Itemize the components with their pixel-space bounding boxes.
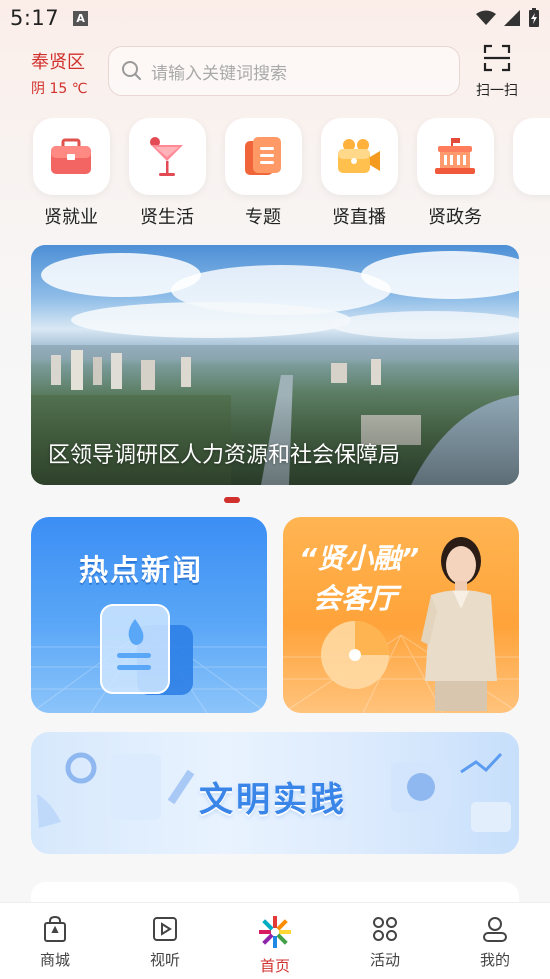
carousel-dot-active (224, 497, 240, 503)
shortcut-more[interactable] (512, 118, 550, 195)
shortcut-government[interactable]: 贤政务 (416, 118, 494, 229)
tab-activities[interactable]: 活动 (330, 903, 440, 979)
bottom-tab-bar: 商城 视听 首页 活动 我的 (0, 902, 550, 979)
host-avatar (421, 537, 497, 711)
wifi-icon (476, 10, 496, 25)
tab-label: 我的 (479, 951, 510, 969)
banner-caption: 区领导调研区人力资源和社会保障局 (48, 443, 401, 468)
signal-icon (504, 10, 520, 26)
tab-label: 首页 (259, 957, 290, 975)
shortcut-row: 贤就业 贤生活 专题 贤直播 贤政务 (0, 118, 550, 230)
shortcut-label: 贤直播 (332, 207, 386, 228)
cocktail-icon (150, 136, 183, 176)
government-building-icon (435, 137, 475, 174)
tab-mall[interactable]: 商城 (0, 903, 110, 979)
status-indicators (476, 8, 540, 28)
shortcut-live[interactable]: 贤直播 (320, 118, 398, 229)
hot-news-card[interactable]: 热点新闻 (31, 517, 267, 713)
search-placeholder: 请输入关键词搜索 (151, 63, 287, 84)
reception-hall-card[interactable]: “贤小融” 会客厅 (283, 517, 519, 713)
tab-label: 商城 (39, 951, 70, 969)
search-icon (122, 61, 141, 80)
shortcut-label: 贤就业 (44, 207, 98, 228)
weather-text: 阴 15 ℃ (31, 81, 88, 97)
shortcut-tile (224, 118, 302, 195)
shortcut-tile (512, 118, 550, 195)
shortcut-employment[interactable]: 贤就业 (32, 118, 110, 229)
shortcut-tile (32, 118, 110, 195)
shortcut-tile (416, 118, 494, 195)
shortcut-topics[interactable]: 专题 (224, 118, 302, 229)
hall-title-line2: 会客厅 (313, 582, 398, 615)
tab-label: 活动 (369, 951, 400, 969)
pie-chart-icon (321, 621, 389, 689)
user-icon (483, 917, 507, 942)
top-header: 奉贤区 阴 15 ℃ 请输入关键词搜索 扫一扫 (0, 44, 550, 100)
civilization-practice-title: 文明实践 (199, 780, 347, 820)
district-name: 奉贤区 (31, 52, 85, 73)
scan-icon (483, 44, 511, 72)
briefcase-icon (51, 138, 91, 174)
grid-icon (373, 917, 397, 941)
notification-icon: A (73, 10, 89, 26)
shortcut-label: 贤生活 (140, 207, 194, 228)
home-logo-icon (259, 916, 291, 948)
hall-title-line1: “贤小融” (299, 542, 420, 575)
shortcut-tile (320, 118, 398, 195)
tab-home[interactable]: 首页 (220, 903, 330, 979)
battery-icon (529, 8, 539, 27)
tab-label: 视听 (149, 951, 180, 969)
carousel-indicator (224, 497, 240, 503)
shortcut-life[interactable]: 贤生活 (128, 118, 206, 229)
tab-media[interactable]: 视听 (110, 903, 220, 979)
document-icon (245, 136, 281, 175)
shortcut-label: 贤政务 (428, 207, 482, 228)
civilization-practice-card[interactable]: 文明实践 (31, 732, 519, 854)
news-banner[interactable]: 区领导调研区人力资源和社会保障局 (31, 245, 519, 485)
location-weather[interactable]: 奉贤区 阴 15 ℃ (31, 52, 87, 98)
scan-button[interactable]: 扫一扫 (470, 44, 524, 100)
shopping-bag-icon (44, 915, 66, 942)
play-icon (153, 917, 177, 941)
scan-label: 扫一扫 (476, 83, 518, 99)
news-document-icon (100, 604, 193, 695)
shortcut-tile (128, 118, 206, 195)
status-time: 5:17 (10, 6, 60, 30)
hot-news-title: 热点新闻 (79, 553, 204, 587)
video-camera-icon (338, 138, 380, 173)
shortcut-label: 专题 (245, 207, 281, 228)
status-bar: 5:17 A (0, 0, 550, 36)
tab-profile[interactable]: 我的 (440, 903, 550, 979)
search-bar[interactable]: 请输入关键词搜索 (108, 46, 460, 96)
